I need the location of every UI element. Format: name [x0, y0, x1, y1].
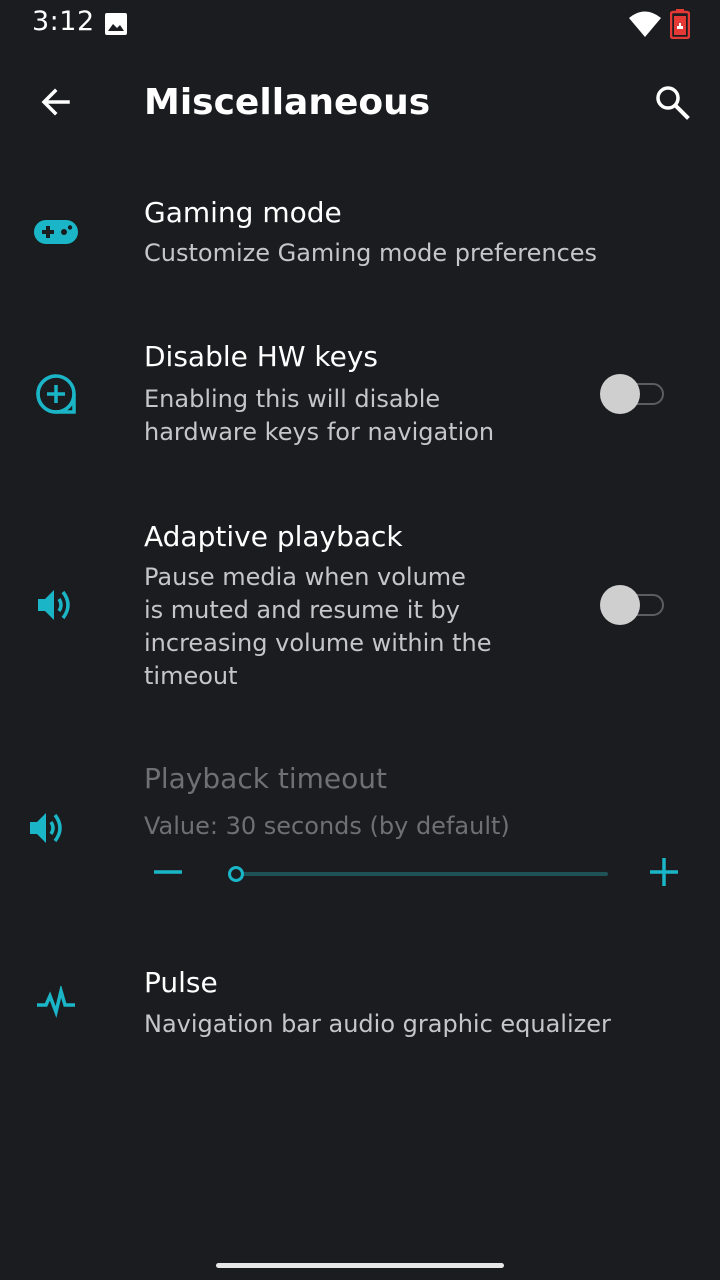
pref-summary: Navigation bar audio graphic equalizer	[144, 1010, 611, 1038]
slider-thumb[interactable]	[228, 866, 244, 882]
status-bar: 3:12	[0, 0, 720, 48]
minus-icon	[152, 856, 184, 892]
gamepad-icon	[28, 204, 84, 260]
gesture-nav-handle[interactable]	[216, 1263, 504, 1268]
pref-adaptive-playback[interactable]: Adaptive playback Pause media when volum…	[0, 504, 720, 704]
pref-summary: Pause media when volume is muted and res…	[144, 561, 544, 693]
pulse-icon	[28, 974, 84, 1030]
pref-title: Disable HW keys	[144, 340, 379, 373]
slider-track[interactable]	[236, 872, 608, 876]
pref-title: Adaptive playback	[144, 520, 403, 553]
pref-summary: Value: 30 seconds (by default)	[144, 812, 510, 840]
pref-summary: Enabling this will disable hardware keys…	[144, 383, 564, 449]
pref-pulse[interactable]: Pulse Navigation bar audio graphic equal…	[0, 952, 720, 1064]
page-title: Miscellaneous	[144, 82, 431, 123]
volume-icon	[20, 800, 76, 856]
disable-hw-keys-switch[interactable]	[600, 374, 668, 414]
playback-timeout-slider-row	[0, 850, 720, 898]
plus-icon	[648, 856, 680, 892]
image-notification-icon	[104, 12, 128, 40]
pref-disable-hw-keys[interactable]: Disable HW keys Enabling this will disab…	[0, 326, 720, 464]
pref-title: Pulse	[144, 966, 218, 999]
plus-circle-icon	[28, 366, 84, 422]
summary-line: timeout	[144, 662, 238, 690]
pref-title: Gaming mode	[144, 196, 342, 229]
arrow-left-icon	[38, 84, 74, 124]
pref-gaming-mode[interactable]: Gaming mode Customize Gaming mode prefer…	[0, 182, 720, 294]
status-time: 3:12	[32, 6, 95, 37]
pref-summary: Customize Gaming mode preferences	[144, 239, 598, 267]
summary-line: is muted and resume it by	[144, 596, 460, 624]
pref-title: Playback timeout	[144, 762, 387, 795]
switch-thumb	[600, 585, 640, 625]
summary-line: Enabling this will disable	[144, 385, 441, 413]
summary-line: increasing volume within the	[144, 629, 492, 657]
volume-icon	[28, 577, 84, 633]
adaptive-playback-switch[interactable]	[600, 585, 668, 625]
increase-button[interactable]	[644, 854, 684, 894]
app-bar: Miscellaneous	[0, 60, 720, 156]
back-button[interactable]	[28, 76, 84, 132]
battery-icon	[669, 9, 691, 43]
decrease-button[interactable]	[148, 854, 188, 894]
search-icon	[653, 83, 691, 125]
wifi-icon	[628, 10, 662, 42]
switch-thumb	[600, 374, 640, 414]
search-button[interactable]	[644, 76, 700, 132]
summary-line: Pause media when volume	[144, 563, 466, 591]
summary-line: hardware keys for navigation	[144, 418, 495, 446]
